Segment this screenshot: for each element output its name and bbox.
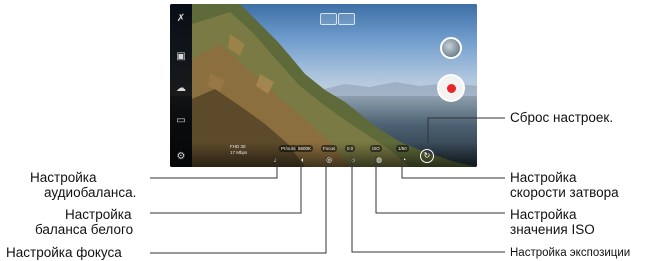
callout-white-balance-line1: Настройка [65, 207, 132, 222]
record-dot [447, 84, 456, 93]
filter-icon[interactable]: ☁ [174, 82, 188, 96]
iso-icon[interactable]: ◍ [375, 157, 383, 165]
callout-iso-line2: значения ISO [510, 222, 595, 237]
white-balance-value: 5600K [296, 145, 314, 152]
reset-icon[interactable]: ↻ [420, 149, 434, 163]
callout-white-balance-line2: баланса белого [35, 222, 134, 237]
callout-audio-line2: аудиобаланса. [44, 185, 137, 200]
shutter-icon[interactable]: ◔ [400, 157, 408, 165]
video-format-info: FHD 30 [230, 144, 246, 149]
record-button[interactable] [437, 74, 465, 102]
camera-screen: ✗ ▣ ☁ ▭ ⚙ FHD 30 17 Mbps Pr/ours 5600K F… [170, 4, 477, 167]
mic-off-icon[interactable]: ✗ [174, 12, 188, 26]
focus-value: Focus [321, 145, 338, 152]
callout-audio-line1: Настройка [30, 170, 97, 185]
gallery-thumbnail[interactable] [440, 37, 462, 59]
callout-iso-line1: Настройка [510, 207, 577, 222]
ratio-icon[interactable]: ▭ [174, 114, 188, 128]
manual-video-guide: ✗ ▣ ☁ ▭ ⚙ FHD 30 17 Mbps Pr/ours 5600K F… [0, 0, 647, 261]
top-indicator-1 [320, 13, 337, 25]
top-indicator-2 [338, 13, 355, 25]
callout-exposure: Настройка экспозиции [510, 247, 631, 259]
shutter-value: 1/60 [396, 145, 409, 152]
callout-focus: Настройка фокуса [6, 245, 122, 260]
callout-shutter-line2: скорости затвора [510, 185, 619, 200]
callout-reset: Сброс настроек. [510, 110, 614, 125]
preset-value: Pr/ours [279, 145, 298, 152]
exposure-icon[interactable]: ☼ [349, 157, 357, 165]
white-balance-icon[interactable]: ◐ [299, 157, 307, 165]
audio-balance-icon[interactable]: ♩ [273, 157, 281, 165]
iso-value: ISO [370, 145, 382, 152]
settings-icon[interactable]: ⚙ [174, 150, 188, 164]
camera-left-bar: ✗ ▣ ☁ ▭ ⚙ [170, 4, 192, 167]
focus-icon[interactable]: ◎ [325, 157, 333, 165]
exposure-value: 0.0 [345, 145, 356, 152]
camera-icon[interactable]: ▣ [174, 50, 188, 64]
video-bitrate-info: 17 Mbps [230, 150, 248, 155]
callout-shutter-line1: Настройка [510, 170, 577, 185]
